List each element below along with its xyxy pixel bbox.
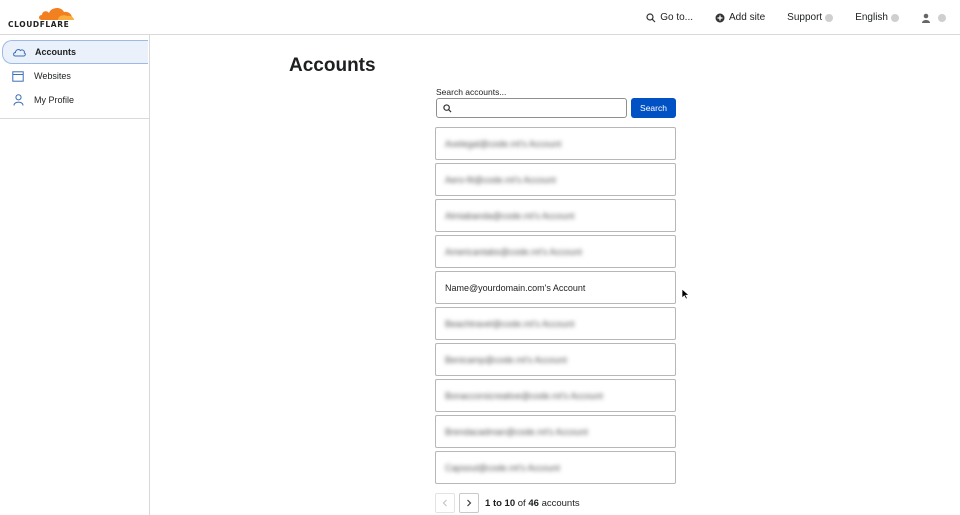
total-unit: accounts: [541, 497, 580, 509]
chevron-right-icon: [467, 499, 472, 507]
accounts-list: Avelegal@code.mt's Account Aero-fit@code…: [435, 127, 676, 487]
search-icon: [443, 103, 452, 113]
page-title: Accounts: [289, 55, 376, 76]
account-name: Name@yourdomain.com's Account: [445, 282, 586, 293]
goto-button[interactable]: Go to...: [646, 12, 693, 23]
top-nav-actions: Go to... Add site Support English: [624, 0, 946, 35]
account-name: Brendacadman@code.mt's Account: [445, 426, 588, 437]
account-name: Aero-fit@code.mt's Account: [445, 174, 556, 185]
account-name: Avelegal@code.mt's Account: [445, 138, 562, 149]
account-name: Beachtravel@code.mt's Account: [445, 318, 575, 329]
search-button[interactable]: Search: [631, 98, 676, 118]
account-name: Benicamp@code.mt's Account: [445, 354, 567, 365]
pagination: 1 to 10 of 46 accounts: [435, 493, 580, 513]
sidebar-item-label: My Profile: [34, 95, 75, 105]
page-range-end: 10: [504, 497, 516, 509]
search-icon: [646, 12, 656, 23]
sidebar-item-my-profile[interactable]: My Profile: [2, 88, 148, 112]
account-row[interactable]: Capsoul@code.mt's Account: [435, 451, 676, 484]
plus-circle-icon: [715, 13, 725, 23]
support-menu[interactable]: Support: [787, 12, 834, 23]
page-range-to-word: to: [492, 497, 502, 509]
pagination-summary: 1 to 10 of 46 accounts: [485, 498, 580, 509]
account-row[interactable]: Name@yourdomain.com's Account: [435, 271, 676, 304]
user-avatar-icon: [921, 13, 931, 23]
cloud-icon: [12, 45, 26, 59]
add-site-label: Add site: [729, 12, 766, 23]
sidebar-nav: Accounts Websites My Profile: [0, 35, 149, 119]
mouse-pointer-icon: [681, 288, 690, 300]
search-field[interactable]: [436, 98, 627, 118]
chevron-down-icon: [825, 13, 834, 22]
browser-window-icon: [11, 69, 25, 83]
total-count: 46: [528, 497, 539, 509]
account-row[interactable]: Benicamp@code.mt's Account: [435, 343, 676, 376]
chevron-down-icon: [938, 13, 946, 22]
language-menu[interactable]: English: [855, 12, 899, 23]
account-row[interactable]: Americantabs@code.mt's Account: [435, 235, 676, 268]
top-navigation-bar: CLOUDFLARE Go to... Add site Support Eng…: [0, 0, 960, 35]
sidebar-item-label: Websites: [34, 71, 71, 81]
person-icon: [11, 93, 25, 107]
language-label: English: [855, 12, 888, 23]
search-input[interactable]: [456, 103, 616, 113]
chevron-down-icon: [891, 13, 899, 22]
account-row[interactable]: Aero-fit@code.mt's Account: [435, 163, 676, 196]
chevron-left-icon: [442, 499, 447, 507]
search-label: Search accounts...: [436, 87, 507, 97]
previous-page-button[interactable]: [435, 493, 455, 513]
account-row[interactable]: Brendacadman@code.mt's Account: [435, 415, 676, 448]
page-of-word: of: [517, 497, 526, 509]
sidebar-item-label: Accounts: [35, 47, 77, 57]
sidebar: Accounts Websites My Profile: [0, 35, 150, 515]
account-row[interactable]: Avelegal@code.mt's Account: [435, 127, 676, 160]
account-row[interactable]: Bonaccorsicreative@code.mt's Account: [435, 379, 676, 412]
account-name: Capsoul@code.mt's Account: [445, 462, 560, 473]
support-label: Support: [787, 12, 823, 23]
goto-label: Go to...: [660, 12, 694, 23]
add-site-button[interactable]: Add site: [715, 12, 765, 23]
account-row[interactable]: Beachtravel@code.mt's Account: [435, 307, 676, 340]
account-name: Bonaccorsicreative@code.mt's Account: [445, 390, 603, 401]
user-menu[interactable]: [921, 13, 946, 23]
account-row[interactable]: Almiabanda@code.mt's Account: [435, 199, 676, 232]
cloudflare-cloud-logo-icon: [39, 7, 74, 20]
account-name: Americantabs@code.mt's Account: [445, 246, 582, 257]
page-range-start: 1: [485, 497, 491, 509]
next-page-button[interactable]: [459, 493, 479, 513]
sidebar-item-accounts[interactable]: Accounts: [2, 40, 148, 64]
sidebar-item-websites[interactable]: Websites: [2, 64, 148, 88]
cloudflare-logo[interactable]: CLOUDFLARE: [8, 5, 74, 29]
cloudflare-wordmark: CLOUDFLARE: [8, 20, 70, 29]
account-name: Almiabanda@code.mt's Account: [445, 210, 575, 221]
